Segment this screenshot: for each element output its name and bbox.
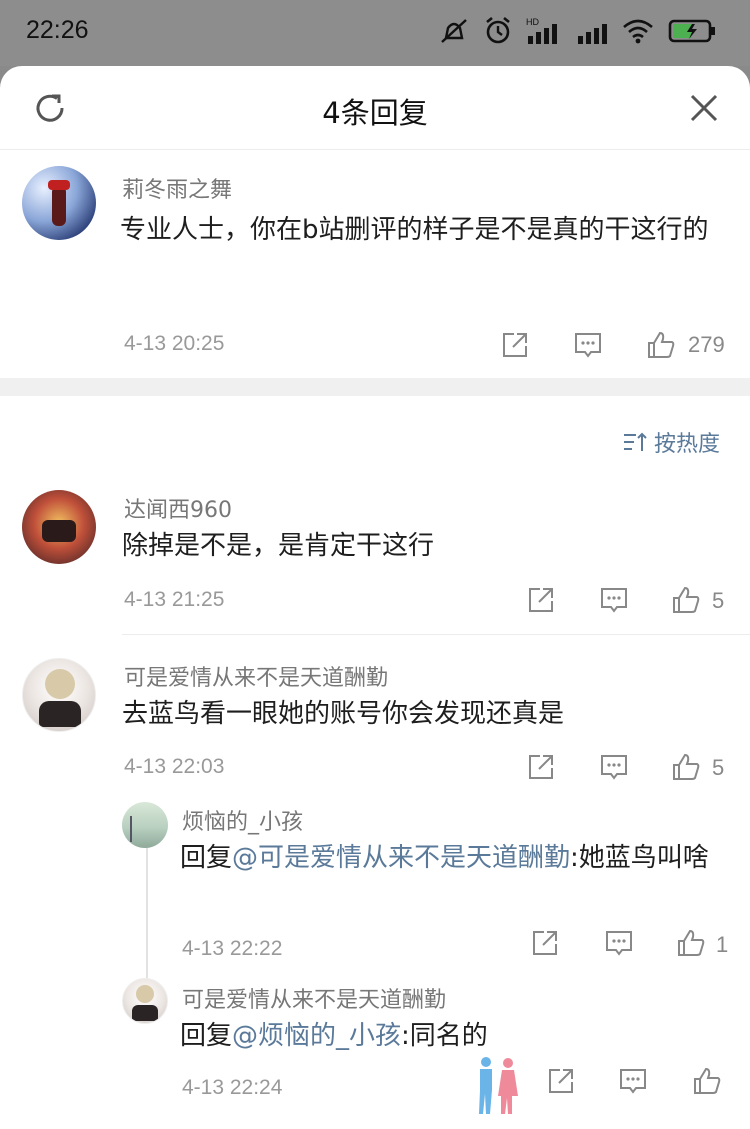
- replies-sheet: 4条回复 莉冬雨之舞 专业人士，你在b站删评的样子是不是真的干这行的 4-13 …: [0, 66, 750, 1129]
- couple-watermark-icon: [479, 1057, 518, 1114]
- like-icon[interactable]: [676, 928, 706, 958]
- like-count: 5: [712, 588, 725, 613]
- mute-icon: [441, 19, 467, 43]
- status-icons: HD: [438, 16, 716, 46]
- reply-icon[interactable]: [573, 330, 603, 360]
- like-icon[interactable]: [671, 752, 701, 782]
- reply-body: :同名的: [401, 1021, 488, 1051]
- comment-username[interactable]: 达闻西960: [124, 492, 232, 524]
- status-bar: 22:26 HD: [0, 0, 750, 66]
- comment-username[interactable]: 烦恼的_小孩: [182, 804, 303, 836]
- comment-text: 回复@烦恼的_小孩:同名的: [180, 1014, 730, 1058]
- battery-charging-icon: [668, 19, 715, 43]
- comment-text: 回复@可是爱情从来不是天道酬勤:她蓝鸟叫啥: [180, 836, 730, 880]
- page-title: 4条回复: [322, 96, 428, 130]
- avatar[interactable]: [22, 166, 96, 240]
- alarm-icon: [486, 16, 510, 44]
- section-divider: [0, 378, 750, 396]
- share-icon[interactable]: [530, 928, 560, 958]
- signal-icon: [578, 24, 607, 44]
- divider: [122, 634, 750, 635]
- reply-body: :她蓝鸟叫啥: [570, 843, 709, 873]
- avatar[interactable]: [22, 490, 96, 564]
- mention-link[interactable]: @烦恼的_小孩: [232, 1021, 401, 1051]
- comment-text: 专业人士，你在b站删评的样子是不是真的干这行的: [120, 215, 709, 245]
- like-count: 1: [716, 932, 729, 957]
- like-count: 5: [712, 755, 725, 780]
- mention-link[interactable]: @可是爱情从来不是天道酬勤: [232, 843, 570, 873]
- hd-signal-icon: HD: [526, 17, 557, 44]
- share-icon[interactable]: [546, 1066, 576, 1096]
- like-icon[interactable]: [692, 1066, 722, 1096]
- share-icon[interactable]: [526, 585, 556, 615]
- comment-date: 4-13 21:25: [124, 588, 225, 611]
- comment-username[interactable]: 可是爱情从来不是天道酬勤: [182, 982, 446, 1014]
- comment-date: 4-13 22:22: [182, 937, 283, 960]
- sort-label: 按热度: [653, 432, 720, 457]
- share-icon[interactable]: [500, 330, 530, 360]
- avatar[interactable]: [22, 658, 96, 732]
- comment-date: 4-13 22:03: [124, 755, 225, 778]
- share-icon[interactable]: [526, 752, 556, 782]
- thread-line: [146, 844, 148, 994]
- reply-icon[interactable]: [604, 928, 634, 958]
- wifi-icon: [623, 19, 653, 44]
- avatar[interactable]: [122, 802, 168, 848]
- avatar[interactable]: [122, 978, 168, 1024]
- sheet-header: 4条回复: [0, 66, 750, 150]
- close-icon[interactable]: [688, 92, 720, 124]
- comment-text: 除掉是不是，是肯定干这行: [122, 531, 435, 561]
- sort-button[interactable]: 按热度: [622, 426, 720, 458]
- like-icon[interactable]: [671, 585, 701, 615]
- like-count: 279: [688, 332, 725, 357]
- status-time: 22:26: [26, 16, 89, 44]
- comment-username[interactable]: 可是爱情从来不是天道酬勤: [124, 660, 388, 692]
- hd-label: HD: [526, 17, 539, 27]
- reply-icon[interactable]: [599, 752, 629, 782]
- reply-icon[interactable]: [599, 585, 629, 615]
- reply-prefix: 回复: [180, 1021, 233, 1051]
- comment-date: 4-13 20:25: [124, 332, 225, 355]
- reply-icon[interactable]: [618, 1066, 648, 1096]
- like-icon[interactable]: [646, 330, 676, 360]
- comment-username[interactable]: 莉冬雨之舞: [122, 172, 232, 204]
- reply-prefix: 回复: [180, 843, 233, 873]
- comment-date: 4-13 22:24: [182, 1076, 283, 1099]
- comment-text: 去蓝鸟看一眼她的账号你会发现还真是: [122, 699, 565, 729]
- sort-icon: [623, 432, 647, 451]
